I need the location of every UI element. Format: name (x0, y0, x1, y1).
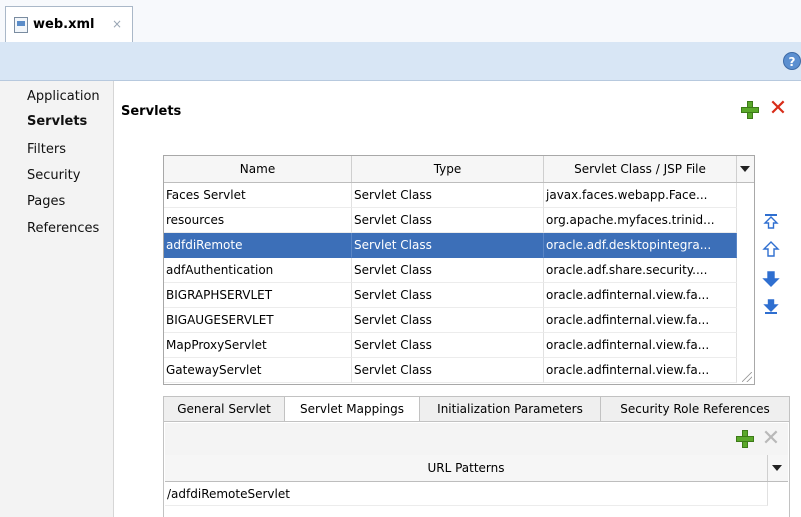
column-header-type[interactable]: Type (352, 156, 544, 182)
nav-item-application[interactable]: Application (27, 89, 100, 104)
cell-name: Faces Servlet (164, 183, 352, 208)
column-menu-icon[interactable] (737, 156, 754, 182)
delete-servlet-icon[interactable]: ✕ (768, 98, 788, 120)
cell-name: adfdiRemote (164, 233, 352, 258)
tab-general-servlet[interactable]: General Servlet (163, 396, 285, 422)
move-up-icon[interactable] (762, 240, 780, 258)
cell-type: Servlet Class (352, 358, 544, 383)
editor-tab-label: web.xml (33, 17, 95, 32)
servlet-mappings-panel: ✕ URL Patterns /adfdiRemoteServlet (163, 421, 790, 517)
move-top-icon[interactable] (762, 212, 780, 230)
column-header-class[interactable]: Servlet Class / JSP File (544, 156, 737, 182)
table-row[interactable]: Faces Servlet Servlet Class javax.faces.… (164, 183, 737, 208)
cell-name: BIGRAPHSERVLET (164, 283, 352, 308)
nav-item-filters[interactable]: Filters (27, 142, 66, 157)
cell-class: oracle.adf.desktopintegra... (544, 233, 737, 258)
cell-class: javax.faces.webapp.Face... (544, 183, 737, 208)
table-row-selected[interactable]: adfdiRemote Servlet Class oracle.adf.des… (164, 233, 737, 258)
table-row[interactable]: BIGAUGESERVLET Servlet Class oracle.adfi… (164, 308, 737, 333)
cell-name: MapProxyServlet (164, 333, 352, 358)
column-header-url-patterns[interactable]: URL Patterns (165, 455, 768, 481)
cell-class: oracle.adfinternal.view.fa... (544, 308, 737, 333)
table-row[interactable]: adfAuthentication Servlet Class oracle.a… (164, 258, 737, 283)
url-patterns-header: URL Patterns (165, 455, 788, 482)
servlets-table: Name Type Servlet Class / JSP File Faces… (163, 155, 755, 385)
cell-class: org.apache.myfaces.trinid... (544, 208, 737, 233)
cell-type: Servlet Class (352, 283, 544, 308)
move-down-icon[interactable] (762, 270, 780, 288)
cell-class: oracle.adfinternal.view.fa... (544, 333, 737, 358)
cell-name: GatewayServlet (164, 358, 352, 383)
nav-item-references[interactable]: References (27, 221, 99, 236)
nav-item-pages[interactable]: Pages (27, 194, 65, 209)
cell-type: Servlet Class (352, 208, 544, 233)
nav-item-security[interactable]: Security (27, 168, 80, 183)
close-icon[interactable]: × (112, 17, 122, 31)
table-header: Name Type Servlet Class / JSP File (164, 156, 754, 183)
cell-type: Servlet Class (352, 183, 544, 208)
editor-tab-bar: web.xml × (0, 0, 801, 43)
help-icon[interactable]: ? (783, 52, 801, 70)
cell-type: Servlet Class (352, 308, 544, 333)
table-row[interactable]: BIGRAPHSERVLET Servlet Class oracle.adfi… (164, 283, 737, 308)
editor-header-band: ? (0, 42, 801, 81)
column-header-name[interactable]: Name (164, 156, 352, 182)
move-bottom-icon[interactable] (762, 298, 780, 316)
cell-class: oracle.adf.share.security.... (544, 258, 737, 283)
nav-item-servlets[interactable]: Servlets (27, 114, 87, 129)
cell-name: BIGAUGESERVLET (164, 308, 352, 333)
cell-name: resources (164, 208, 352, 233)
mappings-toolbar: ✕ (165, 423, 788, 456)
add-url-pattern-icon[interactable] (735, 429, 755, 449)
overview-nav: Application Servlets Filters Security Pa… (0, 81, 114, 517)
table-row[interactable]: resources Servlet Class org.apache.myfac… (164, 208, 737, 233)
cell-name: adfAuthentication (164, 258, 352, 283)
section-title: Servlets (121, 104, 182, 119)
xml-file-icon (14, 17, 28, 33)
editor-tab-web-xml[interactable]: web.xml × (5, 6, 133, 42)
cell-type: Servlet Class (352, 333, 544, 358)
table-row[interactable]: GatewayServlet Servlet Class oracle.adfi… (164, 358, 737, 383)
url-pattern-value[interactable]: /adfdiRemoteServlet (165, 482, 768, 506)
cell-type: Servlet Class (352, 258, 544, 283)
tab-servlet-mappings[interactable]: Servlet Mappings (284, 396, 420, 422)
delete-url-pattern-icon[interactable]: ✕ (761, 428, 781, 450)
cell-class: oracle.adfinternal.view.fa... (544, 358, 737, 383)
table-row[interactable]: MapProxyServlet Servlet Class oracle.adf… (164, 333, 737, 358)
tab-security-role-references[interactable]: Security Role References (600, 396, 790, 422)
servlet-detail-tabs: General Servlet Servlet Mappings Initial… (163, 396, 790, 422)
tab-initialization-parameters[interactable]: Initialization Parameters (419, 396, 601, 422)
resize-grip-icon[interactable] (742, 372, 752, 382)
cell-class: oracle.adfinternal.view.fa... (544, 283, 737, 308)
cell-type: Servlet Class (352, 233, 544, 258)
column-menu-icon[interactable] (769, 455, 786, 481)
add-servlet-icon[interactable] (740, 100, 760, 120)
